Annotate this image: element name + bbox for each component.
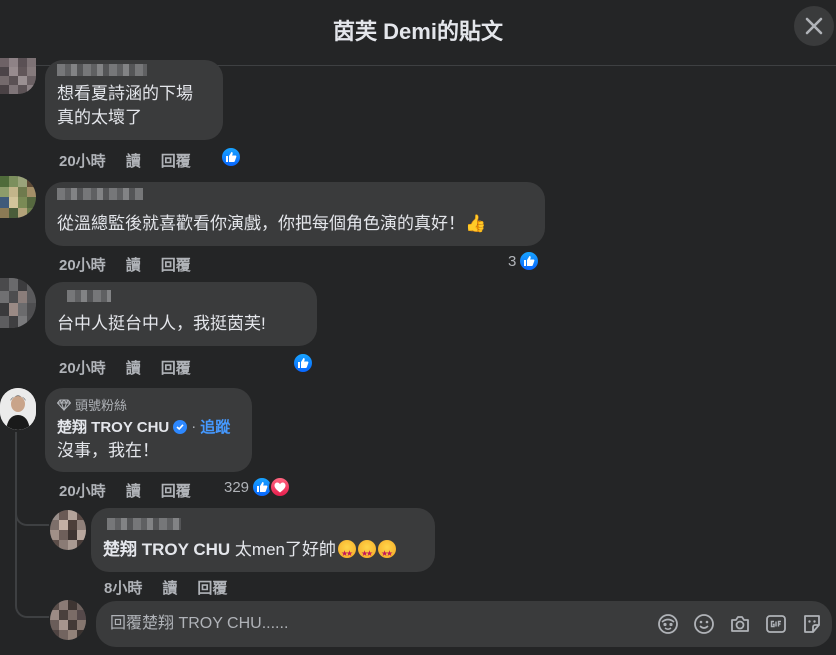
comment-actions: 20小時 讀 回覆 [59, 150, 191, 171]
close-button[interactable] [794, 6, 834, 46]
avatar[interactable] [0, 176, 36, 218]
post-dialog-header: 茵芙 Demi的貼文 [0, 0, 836, 66]
reaction-summary[interactable]: 329 [224, 476, 292, 498]
reply-button[interactable]: 回覆 [197, 577, 227, 598]
comment-text-line: 想看夏詩涵的下場 [57, 84, 193, 103]
blurred-author-name[interactable] [57, 64, 147, 76]
reply-button[interactable]: 回覆 [161, 480, 191, 501]
emoji-button[interactable] [692, 612, 716, 636]
camera-icon [731, 616, 749, 632]
reply-text: 楚翔 TROY CHU 太men了好帥 [103, 538, 423, 566]
reply-button[interactable]: 回覆 [161, 254, 191, 275]
blurred-author-name[interactable] [107, 518, 181, 530]
avatar-sticker-button[interactable] [656, 612, 680, 636]
comment-time[interactable]: 20小時 [59, 480, 106, 501]
reply-composer [96, 601, 832, 647]
read-button[interactable]: 讀 [162, 577, 177, 598]
reaction-summary[interactable] [220, 146, 242, 168]
author-avatar[interactable] [0, 388, 36, 430]
avatar[interactable] [50, 510, 86, 550]
comment-text-line: 從溫總監後就喜歡看你演戲，你把每個角色演的真好！👍 [57, 214, 487, 233]
star-struck-emoji [338, 540, 356, 566]
badge-label: 頭號粉絲 [75, 398, 128, 413]
avatar[interactable] [0, 278, 36, 328]
gif-button[interactable] [764, 612, 788, 636]
author-name[interactable]: 楚翔 TROY CHU [57, 416, 169, 437]
reaction-summary[interactable] [292, 352, 314, 374]
composer-tools [656, 612, 824, 636]
like-icon [292, 352, 314, 374]
comment-time[interactable]: 20小時 [59, 150, 106, 171]
sticker-icon [804, 615, 820, 633]
like-icon [220, 146, 242, 168]
comment-bubble: 台中人挺台中人，我挺茵芙! [45, 282, 317, 346]
reply-button[interactable]: 回覆 [161, 357, 191, 378]
star-struck-emoji [378, 540, 396, 566]
reply-button[interactable]: 回覆 [161, 150, 191, 171]
comment-text-line: 台中人挺台中人，我挺茵芙! [57, 314, 266, 333]
top-fan-badge: 頭號粉絲 [57, 395, 240, 414]
mention-link[interactable]: 楚翔 TROY CHU [103, 540, 230, 559]
comment-bubble: 想看夏詩涵的下場 真的太壞了 [45, 60, 223, 140]
like-icon [518, 250, 541, 272]
dialog-title: 茵芙 Demi的貼文 [333, 19, 503, 44]
gif-icon [766, 615, 786, 633]
reply-message: 太men了好帥 [230, 540, 336, 559]
reply-time[interactable]: 8小時 [104, 577, 142, 598]
comment-text-line: 真的太壞了 [57, 108, 142, 127]
reaction-summary[interactable]: 3 [508, 250, 541, 272]
emoji-icon [694, 614, 714, 634]
comment-actions: 20小時 讀 回覆 [59, 254, 191, 275]
comment-actions: 20小時 讀 回覆 [59, 480, 191, 501]
read-button[interactable]: 讀 [126, 150, 141, 171]
comment-text-line: 沒事，我在！ [57, 441, 159, 460]
profile-photo [0, 388, 36, 430]
read-button[interactable]: 讀 [126, 357, 141, 378]
reply-input[interactable] [96, 601, 636, 647]
comment-time[interactable]: 20小時 [59, 357, 106, 378]
blurred-author-name[interactable] [57, 188, 143, 200]
reaction-count: 3 [508, 252, 517, 270]
reply-bubble: 楚翔 TROY CHU 太men了好帥 [91, 508, 435, 572]
comment-time[interactable]: 20小時 [59, 254, 106, 275]
reaction-count: 329 [224, 478, 250, 496]
sticker-button[interactable] [800, 612, 824, 636]
read-button[interactable]: 讀 [126, 480, 141, 501]
comment-bubble: 頭號粉絲 楚翔 TROY CHU · 追蹤 沒事，我在！ [45, 388, 252, 472]
comment-actions: 20小時 讀 回覆 [59, 357, 191, 378]
diamond-icon [57, 398, 71, 411]
avatar[interactable] [0, 58, 36, 94]
blurred-author-name[interactable] [67, 290, 111, 302]
love-icon [269, 476, 292, 498]
avatar-sticker-icon [658, 614, 678, 634]
close-icon [805, 17, 823, 35]
comment-bubble: 從溫總監後就喜歡看你演戲，你把每個角色演的真好！👍 [45, 182, 545, 246]
verified-icon [173, 419, 188, 434]
read-button[interactable]: 讀 [126, 254, 141, 275]
reply-connector [15, 500, 49, 526]
composer-connector [15, 596, 49, 618]
star-struck-emoji [358, 540, 376, 566]
current-user-avatar[interactable] [50, 600, 86, 640]
separator-dot: · [191, 418, 197, 435]
follow-link[interactable]: 追蹤 [200, 416, 230, 437]
reply-actions: 8小時 讀 回覆 [104, 577, 227, 598]
camera-button[interactable] [728, 612, 752, 636]
author-row: 楚翔 TROY CHU · 追蹤 [57, 416, 240, 437]
